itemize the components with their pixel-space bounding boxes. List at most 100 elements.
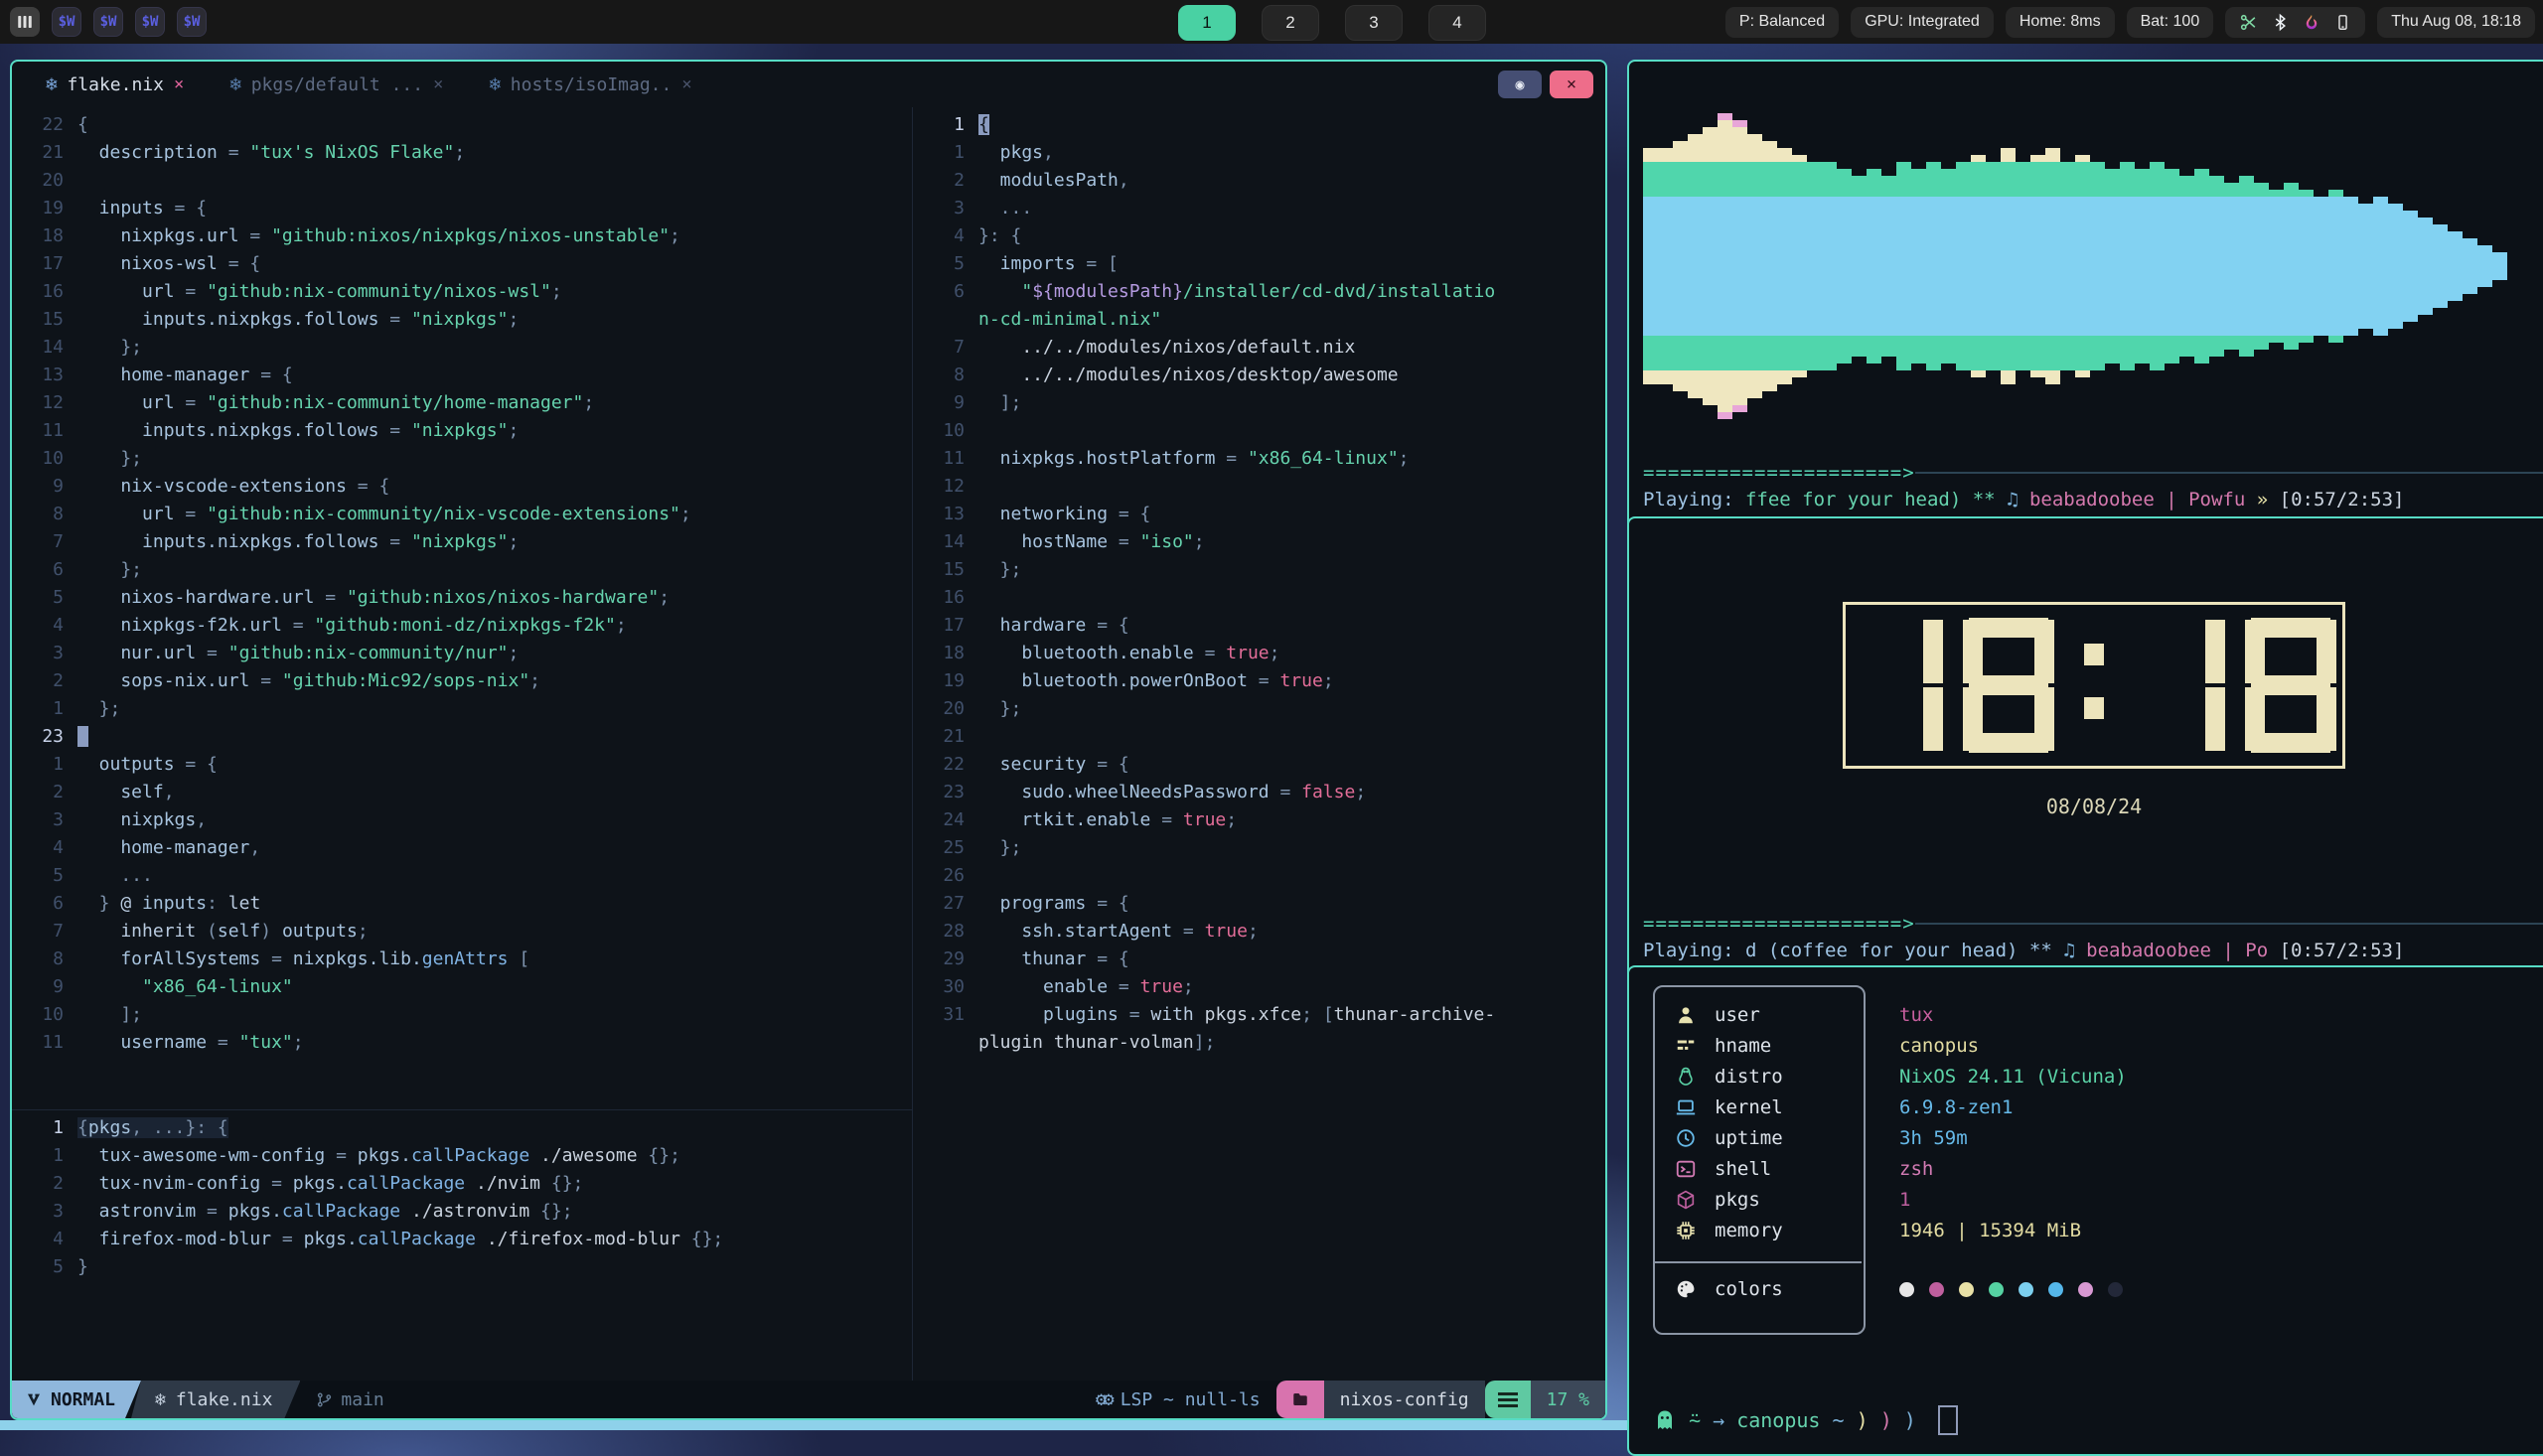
code-line: 26 (913, 862, 1605, 890)
branch-label: main (341, 1389, 383, 1410)
code-line: 8 forAllSystems = nixpkgs.lib.genAttrs [ (12, 946, 912, 973)
workspace-tag-1[interactable]: 1 (1178, 5, 1236, 41)
tab-hosts/isoImag..[interactable]: ❄hosts/isoImag..× (489, 73, 691, 95)
viz-column (2060, 162, 2075, 370)
code-line: 25 }; (913, 834, 1605, 862)
code-line: 16 (913, 584, 1605, 612)
pkgs-default-buffer[interactable]: 1{pkgs, ...}: {1 tux-awesome-wm-config =… (12, 1109, 912, 1381)
app-icon[interactable]: $W (52, 7, 81, 37)
code-line: 22 security = { (913, 751, 1605, 779)
toggle-button[interactable]: ◉ (1498, 71, 1542, 98)
code-line: 8 url = "github:nix-community/nix-vscode… (12, 501, 912, 528)
viz-column (2388, 204, 2403, 329)
close-button[interactable]: × (1550, 71, 1593, 98)
separator-rule (1915, 923, 2543, 925)
code-line: 12 url = "github:nix-community/home-mana… (12, 389, 912, 417)
nix-snowflake-icon: ❄ (229, 73, 240, 95)
cava-visualizer (1643, 72, 2543, 461)
clock-colon (2074, 618, 2114, 753)
visualizer-window: =====================> Playing: ffee for… (1627, 60, 2543, 530)
window-buttons: ◉ × (1498, 71, 1593, 98)
date-label: 08/08/24 (1643, 795, 2543, 818)
tab-close-icon[interactable]: × (174, 74, 184, 94)
viz-column (1867, 169, 1881, 364)
separator-line: =====================> (1643, 912, 2543, 936)
code-line: 15 inputs.nixpkgs.follows = "nixpkgs"; (12, 306, 912, 334)
fetch-value-shell: zsh (1899, 1158, 1933, 1180)
file-segment: ❄ flake.nix (131, 1381, 300, 1418)
mode-label: NORMAL (51, 1389, 115, 1410)
viz-column (2433, 224, 2448, 308)
code-line: 2 self, (12, 779, 912, 806)
status-pill: P: Balanced (1725, 7, 1839, 38)
separator-arrows: =====================> (1643, 913, 1915, 935)
mode-segment: NORMAL (12, 1381, 141, 1418)
launcher-button[interactable] (10, 7, 40, 37)
code-line: 18 bluetooth.enable = true; (913, 640, 1605, 667)
viz-column (2045, 148, 2060, 384)
code-line: 22{ (12, 111, 912, 139)
now-playing-line: Playing: d (coffee for your head) ** ♫ b… (1643, 936, 2543, 965)
terminal-cursor[interactable] (1938, 1405, 1958, 1435)
workspace-tag-3[interactable]: 3 (1345, 5, 1403, 41)
code-line: 17 nixos-wsl = { (12, 250, 912, 278)
workspace-tag-2[interactable]: 2 (1262, 5, 1319, 41)
lsp-segment: ⚙⚙ LSP ~ null-ls (1096, 1381, 1276, 1418)
viz-column (1762, 141, 1777, 391)
code-line: 16 url = "github:nix-community/nixos-wsl… (12, 278, 912, 306)
code-line: 6 } @ inputs: let (12, 890, 912, 918)
code-line: 2 modulesPath, (913, 167, 1605, 195)
flake-nix-buffer[interactable]: 22{21 description = "tux's NixOS Flake";… (12, 107, 912, 1109)
neovim-window: ❄flake.nix× ❄pkgs/default ...× ❄hosts/isoI… (10, 60, 1607, 1420)
ghost-icon (1653, 1408, 1677, 1432)
app-icon[interactable]: $W (135, 7, 165, 37)
code-line: 2 sops-nix.url = "github:Mic92/sops-nix"… (12, 667, 912, 695)
viz-column (2328, 190, 2343, 343)
code-line: 11 username = "tux"; (12, 1029, 912, 1057)
tab-close-icon[interactable]: × (681, 74, 691, 94)
code-line: 3 nixpkgs, (12, 806, 912, 834)
fetch-value-kernel: 6.9.8-zen1 (1899, 1096, 2013, 1118)
viz-column (1911, 169, 1926, 364)
code-line: 3 nur.url = "github:nix-community/nur"; (12, 640, 912, 667)
viz-column (1703, 127, 1718, 405)
viz-column (2299, 190, 2314, 343)
code-line: 4 nixpkgs-f2k.url = "github:moni-dz/nixp… (12, 612, 912, 640)
tab-flake.nix[interactable]: ❄flake.nix× (46, 73, 184, 95)
system-tray[interactable] (2225, 7, 2365, 38)
code-line: 5 nixos-hardware.url = "github:nixos/nix… (12, 584, 912, 612)
code-line: 9 ]; (913, 389, 1605, 417)
viz-column (1673, 141, 1688, 391)
viz-column (2492, 252, 2507, 280)
code-line: 29 thunar = { (913, 946, 1605, 973)
tabline: ❄flake.nix× ❄pkgs/default ...× ❄hosts/isoI… (12, 62, 1605, 107)
fetch-value-uptime: 3h 59m (1899, 1127, 1968, 1149)
app-icon[interactable]: $W (93, 7, 123, 37)
iso-image-buffer[interactable]: 1{1 pkgs,2 modulesPath,3 ...4}: {5 impor… (913, 107, 1605, 1381)
code-line: 4 firefox-mod-blur = pkgs.callPackage ./… (12, 1226, 912, 1253)
code-line: 7 inputs.nixpkgs.follows = "nixpkgs"; (12, 528, 912, 556)
clock-digit (1852, 618, 1943, 753)
lines-icon (1485, 1381, 1531, 1418)
tab-pkgs/default ...[interactable]: ❄pkgs/default ...× (229, 73, 443, 95)
vim-icon (26, 1391, 42, 1407)
code-line: 5 imports = [ (913, 250, 1605, 278)
code-line: 13 networking = { (913, 501, 1605, 528)
code-line: 19 inputs = { (12, 195, 912, 222)
code-line: 1 outputs = { (12, 751, 912, 779)
viz-column (2343, 197, 2358, 336)
viz-column (2477, 245, 2492, 287)
shell-prompt[interactable]: ⍨ → canopus ~ ) ) ) (1653, 1402, 2543, 1438)
viz-column (1837, 169, 1852, 364)
top-bar: $W$W$W$W 1234 P: BalancedGPU: Integrated… (0, 0, 2543, 44)
workspace-tag-4[interactable]: 4 (1428, 5, 1486, 41)
clock-pill[interactable]: Thu Aug 08, 18:18 (2377, 7, 2535, 38)
viz-column (1881, 176, 1896, 357)
tab-close-icon[interactable]: × (433, 74, 443, 94)
folder-icon (1291, 1390, 1309, 1408)
code-line: 3 ... (913, 195, 1605, 222)
fetch-value-hname: canopus (1899, 1035, 1979, 1057)
app-icon[interactable]: $W (177, 7, 207, 37)
viz-column (2224, 183, 2239, 350)
viz-column (2165, 169, 2179, 364)
